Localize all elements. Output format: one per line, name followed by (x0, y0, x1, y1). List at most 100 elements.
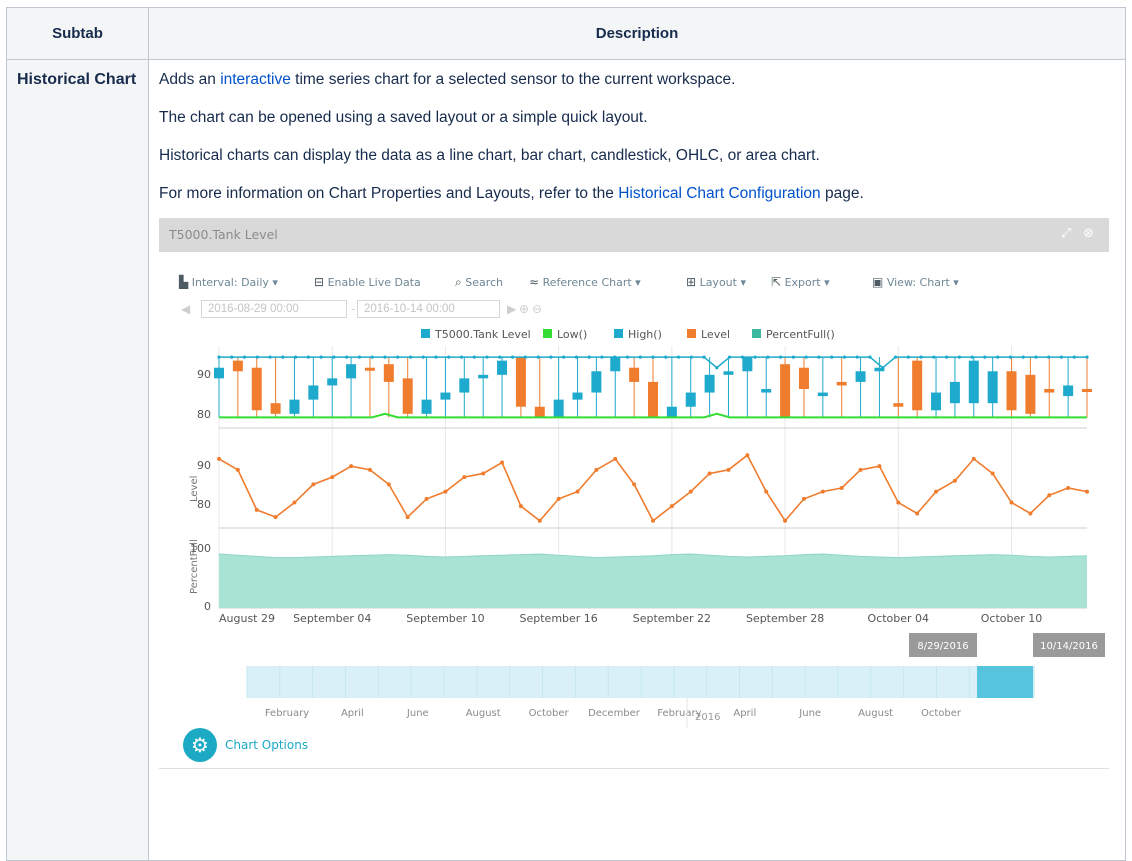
high-point (510, 355, 515, 359)
high-point (893, 355, 898, 359)
high-point (1059, 355, 1064, 359)
candle-body (1082, 389, 1092, 392)
level-point (594, 467, 599, 472)
paragraph-more-info: For more information on Chart Properties… (159, 184, 1125, 204)
high-point (217, 355, 221, 359)
level-point (820, 489, 825, 494)
candle-body (402, 378, 413, 414)
level-point (726, 467, 731, 472)
high-point (1021, 355, 1025, 359)
high-point (817, 355, 821, 359)
candle-body (1006, 371, 1017, 411)
level-point (877, 464, 882, 469)
level-point (613, 456, 618, 461)
high-point (587, 355, 591, 359)
navigator-tick-label: August (466, 708, 501, 719)
paragraph-layout: The chart can be opened using a saved la… (159, 109, 648, 126)
candle-body (553, 399, 564, 418)
high-point (664, 355, 668, 359)
level-point (934, 489, 939, 494)
range-navigator[interactable]: 8/29/2016 10/14/2016 February April June Au… (159, 618, 1109, 728)
high-point (230, 355, 234, 359)
legend-swatch-percentfull (752, 329, 761, 338)
candle-body (610, 357, 621, 372)
candle-body (968, 360, 979, 404)
legend-percentfull: PercentFull() (766, 328, 835, 341)
legend-high: High() (628, 328, 662, 341)
level-point (1028, 511, 1033, 516)
high-point (766, 355, 770, 359)
level-point (707, 471, 712, 476)
high-point (1008, 355, 1013, 359)
navigator-tick-label: April (341, 708, 364, 719)
chart-configuration-link[interactable]: Historical Chart Configuration (618, 185, 820, 202)
high-point (255, 355, 259, 359)
more-info-text: For more information on Chart Properties… (159, 185, 619, 202)
candle-body (270, 403, 281, 414)
intro-text: Adds an (159, 71, 221, 88)
candle-body (346, 364, 357, 379)
high-point (855, 355, 859, 359)
high-point (408, 355, 413, 359)
interactive-link[interactable]: interactive (220, 71, 291, 88)
level-line (218, 454, 1088, 523)
candle-body (308, 385, 319, 400)
candle-body (327, 378, 338, 386)
candle-body (251, 367, 262, 411)
percent-axis-label: PercentFull (189, 539, 200, 594)
high-point (638, 355, 642, 359)
high-point (332, 355, 336, 359)
navigator-tick-label: June (798, 708, 821, 719)
level-point (217, 456, 221, 461)
high-point (1072, 355, 1076, 359)
candle-body (742, 357, 753, 372)
legend-swatch-tank-level (421, 329, 430, 338)
level-point (1066, 486, 1071, 490)
intro-text-end: time series chart for a selected sensor … (290, 71, 736, 88)
legend: T5000.Tank Level Low() High() Level Perc… (421, 328, 835, 341)
legend-low: Low() (557, 328, 587, 341)
high-point (536, 355, 540, 359)
year-label: 2016 (695, 712, 720, 723)
level-point (254, 507, 259, 512)
description-cell: Adds an interactive time series chart fo… (148, 59, 1126, 861)
level-point (632, 482, 637, 487)
historical-chart-widget: T5000.Tank Level ⤢ ⊗ ▙ Interval: Daily ▾… (159, 218, 1109, 769)
high-point (1034, 355, 1038, 359)
high-point (459, 355, 464, 359)
high-point (345, 355, 349, 359)
paragraph-intro: Adds an interactive time series chart fo… (159, 70, 1125, 90)
level-point (386, 482, 391, 487)
range-start-label: 8/29/2016 (917, 641, 968, 652)
high-point (868, 355, 872, 359)
level-point (424, 496, 429, 501)
high-point (293, 355, 298, 359)
high-point (676, 355, 681, 359)
candle-body (723, 371, 734, 375)
navigator-tick-label: October (921, 708, 962, 719)
high-point (791, 355, 796, 359)
high-point (242, 355, 247, 359)
navigator-selection[interactable] (977, 666, 1033, 698)
candle-body (836, 381, 847, 386)
level-point (500, 460, 505, 465)
level-point (745, 453, 750, 458)
level-ytick-90: 90 (197, 459, 211, 472)
candle-ytick-80: 80 (197, 408, 211, 421)
paragraph-chart-types: Historical charts can display the data a… (159, 147, 820, 164)
level-point (915, 511, 920, 516)
level-point (783, 518, 788, 523)
widget-bottom-border (159, 768, 1109, 769)
high-point (779, 355, 783, 359)
gear-icon[interactable]: ⚙ (183, 728, 217, 762)
level-point (311, 482, 316, 487)
chart-options-link[interactable]: Chart Options (225, 738, 308, 752)
candle-body (817, 392, 828, 397)
high-point (523, 355, 527, 359)
candle-body (440, 392, 451, 400)
percentfull-area (219, 554, 1087, 608)
high-point (472, 355, 476, 359)
high-point (357, 355, 362, 359)
level-point (556, 496, 561, 501)
level-point (575, 489, 580, 494)
